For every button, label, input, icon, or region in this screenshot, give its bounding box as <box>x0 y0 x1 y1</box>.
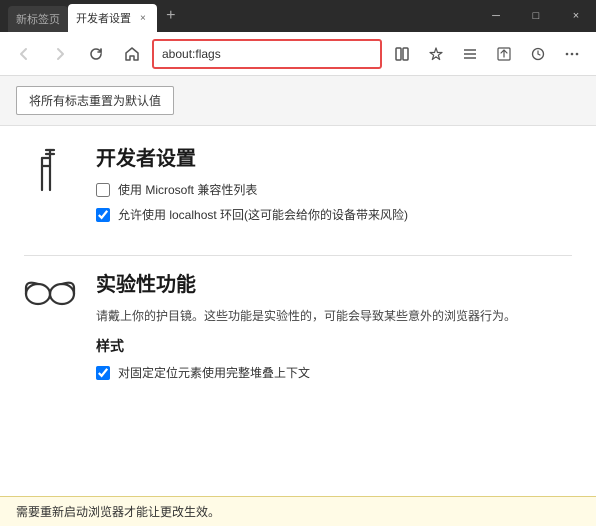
more-icon <box>564 46 580 62</box>
experimental-checkbox-item-1: 对固定定位元素使用完整堆叠上下文 <box>96 364 572 381</box>
navigation-bar <box>0 32 596 76</box>
tab-inactive[interactable]: 新标签页 <box>8 6 68 32</box>
back-button[interactable] <box>8 38 40 70</box>
experimental-desc: 请戴上你的护目镜。这些功能是实验性的，可能会导致某些意外的浏览器行为。 <box>96 307 572 326</box>
reset-bar: 将所有标志重置为默认值 <box>0 76 596 126</box>
forward-button[interactable] <box>44 38 76 70</box>
localhost-loopback-checkbox[interactable] <box>96 208 110 222</box>
checkbox-item-2: 允许使用 localhost 环回(这可能会给你的设备带来风险) <box>96 206 572 223</box>
tab-area: 新标签页 开发者设置 × + <box>0 0 476 32</box>
reading-mode-button[interactable] <box>386 38 418 70</box>
more-button[interactable] <box>556 38 588 70</box>
tab-active-label: 开发者设置 <box>76 10 131 26</box>
reading-mode-icon <box>394 46 410 62</box>
home-icon <box>124 46 140 62</box>
styles-subsection-title: 样式 <box>96 336 572 356</box>
ms-compat-list-label[interactable]: 使用 Microsoft 兼容性列表 <box>118 181 257 198</box>
status-bar: 需要重新启动浏览器才能让更改生效。 <box>0 496 596 526</box>
experimental-icon <box>24 272 76 312</box>
developer-title: 开发者设置 <box>96 142 572 171</box>
title-bar: 新标签页 开发者设置 × + ─ □ × <box>0 0 596 32</box>
developer-icon <box>24 146 76 194</box>
tab-inactive-label: 新标签页 <box>16 11 60 27</box>
experimental-section: 实验性功能 请戴上你的护目镜。这些功能是实验性的，可能会导致某些意外的浏览器行为… <box>24 268 572 389</box>
experimental-title: 实验性功能 <box>96 268 572 297</box>
back-icon <box>16 46 32 62</box>
ms-compat-list-checkbox[interactable] <box>96 183 110 197</box>
refresh-button[interactable] <box>80 38 112 70</box>
experimental-section-body: 实验性功能 请戴上你的护目镜。这些功能是实验性的，可能会导致某些意外的浏览器行为… <box>96 268 572 389</box>
fixed-position-label[interactable]: 对固定定位元素使用完整堆叠上下文 <box>118 364 310 381</box>
share-button[interactable] <box>488 38 520 70</box>
notes-icon <box>530 46 546 62</box>
favorites-button[interactable] <box>420 38 452 70</box>
divider-1 <box>24 255 572 256</box>
nav-icons <box>386 38 588 70</box>
notes-button[interactable] <box>522 38 554 70</box>
hub-button[interactable] <box>454 38 486 70</box>
refresh-icon <box>88 46 104 62</box>
developer-section: 开发者设置 使用 Microsoft 兼容性列表 允许使用 localhost … <box>24 142 572 231</box>
favorites-icon <box>428 46 444 62</box>
minimize-button[interactable]: ─ <box>476 0 516 32</box>
maximize-button[interactable]: □ <box>516 0 556 32</box>
checkbox-item-1: 使用 Microsoft 兼容性列表 <box>96 181 572 198</box>
home-button[interactable] <box>116 38 148 70</box>
close-button[interactable]: × <box>556 0 596 32</box>
hub-icon <box>462 46 478 62</box>
new-tab-button[interactable]: + <box>157 7 185 25</box>
tab-active[interactable]: 开发者设置 × <box>68 4 157 32</box>
tools-icon <box>28 146 72 194</box>
window-controls: ─ □ × <box>476 0 596 32</box>
fixed-position-checkbox[interactable] <box>96 366 110 380</box>
tab-close-button[interactable]: × <box>137 12 149 25</box>
status-message: 需要重新启动浏览器才能让更改生效。 <box>16 505 220 519</box>
address-input[interactable] <box>152 39 382 69</box>
localhost-loopback-label[interactable]: 允许使用 localhost 环回(这可能会给你的设备带来风险) <box>118 206 408 223</box>
share-icon <box>496 46 512 62</box>
developer-section-body: 开发者设置 使用 Microsoft 兼容性列表 允许使用 localhost … <box>96 142 572 231</box>
reset-button[interactable]: 将所有标志重置为默认值 <box>16 86 174 115</box>
goggles-icon <box>24 272 76 312</box>
main-content: 开发者设置 使用 Microsoft 兼容性列表 允许使用 localhost … <box>0 126 596 496</box>
forward-icon <box>52 46 68 62</box>
